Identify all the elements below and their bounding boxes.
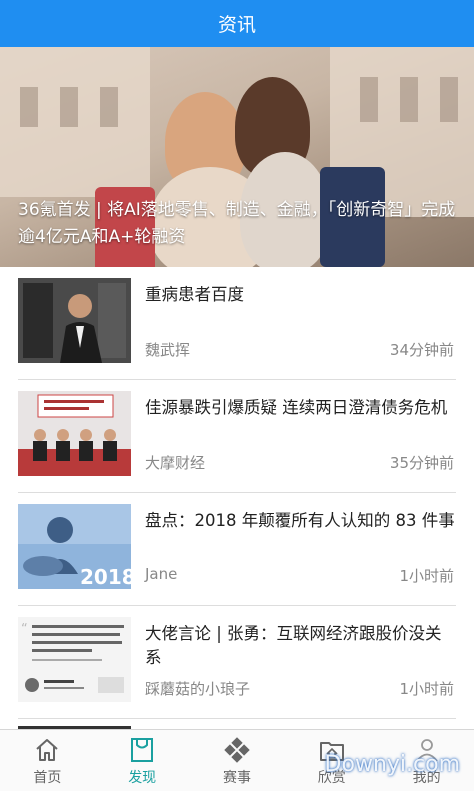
hero-window bbox=[400, 77, 418, 122]
thumbnail-image bbox=[18, 278, 131, 363]
tab-events-label: 赛事 bbox=[222, 770, 251, 786]
news-title: 盘点：2018 年颠覆所有人认知的 83 件事 bbox=[145, 511, 455, 530]
news-thumbnail: 2018 bbox=[18, 504, 131, 589]
news-author: 大摩财经 bbox=[145, 454, 206, 472]
news-item[interactable]: 2018 盘点：2018 年颠覆所有人认知的 83 件事 Jane 1小时前 bbox=[18, 493, 456, 606]
watermark: Downyi.com bbox=[324, 752, 460, 777]
bag-icon bbox=[131, 738, 154, 762]
hero-window bbox=[20, 87, 38, 127]
tab-home-label: 首页 bbox=[33, 770, 62, 786]
news-title: 重病患者百度 bbox=[145, 285, 244, 304]
hero-window bbox=[60, 87, 78, 127]
page-title: 资讯 bbox=[217, 14, 256, 36]
top-bar: 资讯 bbox=[0, 0, 474, 47]
thumbnail-image: 2018 bbox=[18, 504, 131, 589]
news-thumbnail: “ bbox=[18, 617, 131, 702]
news-title: 佳源暴跌引爆质疑 连续两日澄清债务危机 bbox=[145, 398, 448, 417]
svg-text:“: “ bbox=[21, 622, 28, 637]
hero-window bbox=[100, 87, 118, 127]
diamond-grid-icon bbox=[224, 737, 250, 763]
thumbnail-image: “ bbox=[18, 617, 131, 702]
news-thumbnail bbox=[18, 391, 131, 476]
hero-caption: 36氪首发 | 将AI落地零售、制造、金融，「创新奇智」完成逾4亿元A和A+轮融… bbox=[18, 200, 456, 247]
news-thumbnail bbox=[18, 278, 131, 363]
news-time: 1小时前 bbox=[399, 680, 454, 698]
hero-banner[interactable]: 36氪首发 | 将AI落地零售、制造、金融，「创新奇智」完成逾4亿元A和A+轮融… bbox=[0, 47, 474, 267]
news-author: 踩蘑菇的小琅子 bbox=[145, 680, 251, 698]
news-item[interactable]: 佳源暴跌引爆质疑 连续两日澄清债务危机 大摩财经 35分钟前 bbox=[18, 380, 456, 493]
thumbnail-year: 2018 bbox=[80, 565, 131, 589]
tab-discover[interactable]: 发现 bbox=[95, 730, 190, 791]
news-list: 重病患者百度 魏武挥 34分钟前 佳源暴跌引爆质疑 连续两日澄清债务危机 大摩财… bbox=[0, 267, 474, 719]
tab-events[interactable]: 赛事 bbox=[190, 730, 285, 791]
hero-window bbox=[360, 77, 378, 122]
tab-home[interactable]: 首页 bbox=[0, 730, 95, 791]
news-time: 34分钟前 bbox=[389, 341, 454, 359]
news-item[interactable]: “ 大佬言论 | 张勇：互联网经济跟股价没关系 踩蘑菇的小琅子 1小时前 bbox=[18, 606, 456, 719]
news-author: 魏武挥 bbox=[145, 341, 191, 359]
home-icon bbox=[36, 739, 59, 761]
tab-discover-label: 发现 bbox=[128, 770, 157, 786]
news-time: 1小时前 bbox=[399, 567, 454, 585]
hero-window bbox=[440, 77, 458, 122]
thumbnail-image bbox=[18, 391, 131, 476]
news-author: Jane bbox=[145, 565, 178, 583]
news-title: 大佬言论 | 张勇：互联网经济跟股价没关系 bbox=[145, 624, 442, 667]
news-item[interactable]: 重病患者百度 魏武挥 34分钟前 bbox=[18, 267, 456, 380]
news-time: 35分钟前 bbox=[389, 454, 454, 472]
